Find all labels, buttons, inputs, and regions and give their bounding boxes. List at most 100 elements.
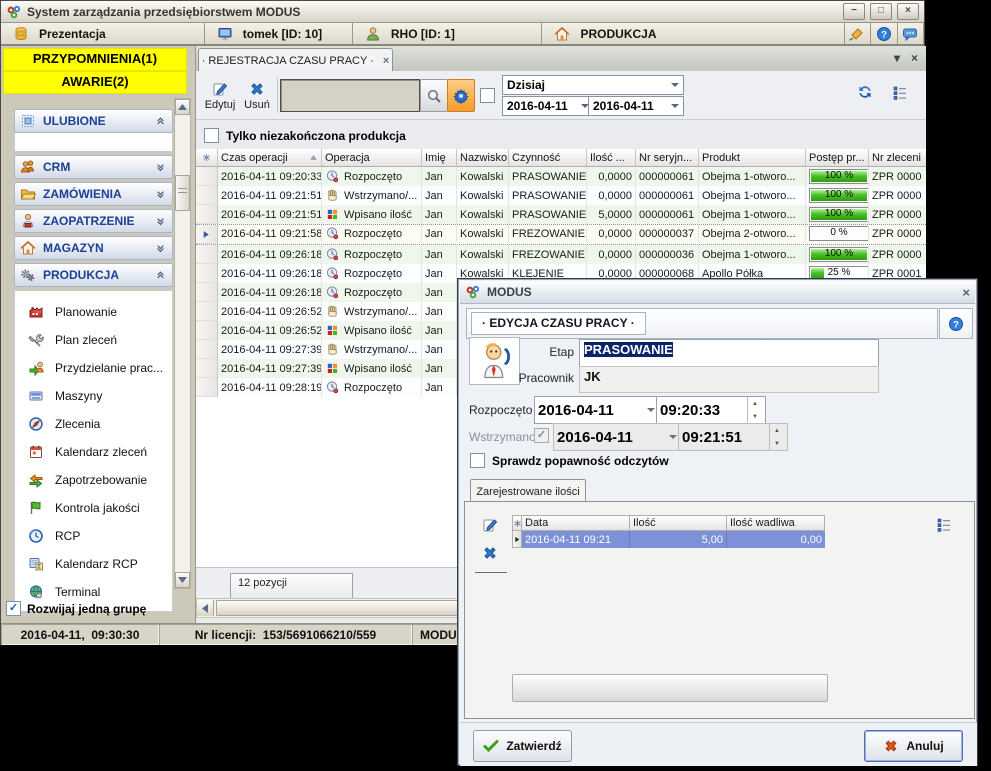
sidebar-item-maszyny[interactable]: Maszyny	[15, 382, 172, 410]
time-spinner-icons[interactable]: ▲▼	[769, 424, 784, 450]
paused-time-spinner[interactable]: 09:21:51 ▲▼	[678, 423, 788, 451]
qty-header-ilość[interactable]: Ilość	[630, 515, 727, 531]
date-to-combo[interactable]: 2016-04-11	[588, 96, 684, 116]
menu-item-tomek-id-10-[interactable]: tomek [ID: 10]	[205, 23, 353, 44]
search-button[interactable]	[420, 79, 448, 112]
sidebar-group-zamówienia[interactable]: ZAMÓWIENIA	[14, 182, 173, 206]
sidebar-item-zapotrzebowanie[interactable]: Zapotrzebowanie	[15, 466, 172, 494]
grid-header-nr-zleceni[interactable]: Nr zleceni	[869, 149, 926, 167]
grid-header-czynność[interactable]: Czynność	[509, 149, 587, 167]
sidebar-group-crm[interactable]: CRM	[14, 155, 173, 179]
date-range-preset-combo[interactable]: Dzisiaj	[502, 75, 684, 95]
maximize-icon[interactable]: □	[870, 3, 892, 20]
delete-button[interactable]: Usuń	[240, 75, 274, 116]
table-row[interactable]: 2016-04-11 09:21:58RozpoczętoJanKowalski…	[196, 224, 926, 245]
minimize-icon[interactable]: −	[843, 3, 865, 20]
clock-icon	[325, 380, 340, 395]
delete-quantity-button[interactable]	[479, 542, 501, 564]
tab-list-dropdown-icon[interactable]: ▾	[894, 51, 900, 65]
dialog-help-box: ?	[939, 308, 973, 339]
menu-item-label: RHO [ID: 1]	[391, 27, 455, 41]
sidebar-group-ulubione[interactable]: ULUBIONE	[14, 109, 173, 133]
close-icon[interactable]: ×	[897, 3, 919, 20]
sidebar-item-przydzielanie-prac-[interactable]: Przydzielanie prac...	[15, 354, 172, 382]
scrollbar-thumb[interactable]	[175, 175, 190, 211]
sidebar-item-kalendarz-rcp[interactable]: ΣKalendarz RCP	[15, 550, 172, 578]
grid-header-produkt[interactable]: Produkt	[699, 149, 806, 167]
help-icon[interactable]: ?	[871, 23, 898, 44]
edit-button[interactable]: Edytuj	[201, 75, 239, 116]
sidebar-item-zlecenia[interactable]: Zlecenia	[15, 410, 172, 438]
qty-header-data[interactable]: Data	[522, 515, 630, 531]
sidebar-item-plan-zleceń[interactable]: Plan zleceń	[15, 326, 172, 354]
sidebar-item-label: Planowanie	[55, 305, 117, 319]
grid-header-indicator[interactable]	[196, 149, 218, 167]
failures-button[interactable]: AWARIE(2)	[3, 71, 187, 94]
started-time-spinner[interactable]: 09:20:33 ▲▼	[656, 396, 766, 424]
dialog-close-icon[interactable]: ×	[962, 285, 970, 300]
date-from-combo[interactable]: 2016-04-11	[502, 96, 594, 116]
scroll-up-icon[interactable]	[175, 99, 190, 115]
chat-icon[interactable]	[898, 23, 925, 44]
grid-menu-icon[interactable]	[936, 517, 952, 533]
help-icon[interactable]: ?	[948, 316, 964, 332]
paused-checkbox[interactable]: ✓	[534, 428, 549, 443]
cell-nr-seryjny: 000000061	[636, 186, 699, 205]
menu-item-rho-id-1-[interactable]: RHO [ID: 1]	[353, 23, 543, 44]
expand-one-group-checkbox[interactable]: ✓ Rozwijaj jedną grupę	[6, 601, 146, 616]
grid-header-nr-seryjn-[interactable]: Nr seryjn...	[636, 149, 699, 167]
reminders-button[interactable]: PRZYPOMNIENIA(1)	[3, 48, 187, 71]
sidebar-group-zaopatrzenie[interactable]: ZAOPATRZENIE	[14, 209, 173, 233]
tab-registered-quantities[interactable]: Zarejestrowane ilości	[470, 479, 586, 503]
sidebar-group-magazyn[interactable]: MAGAZYN	[14, 236, 173, 260]
table-row[interactable]: 2016-04-11 09:26:18RozpoczętoJanKowalski…	[196, 245, 926, 264]
paused-date-combo[interactable]: 2016-04-11	[553, 423, 681, 451]
grid-header-imię[interactable]: Imię	[422, 149, 457, 167]
cell-postep: 0 %	[806, 225, 869, 242]
qty-header-ilość-wadliwa[interactable]: Ilość wadliwa	[727, 515, 825, 531]
grid-header-ilość-[interactable]: Ilość ...	[587, 149, 636, 167]
sidebar-group-produkcja[interactable]: PRODUKCJA	[14, 263, 173, 287]
cancel-button[interactable]: Anuluj	[864, 730, 963, 762]
settings-gear-button[interactable]	[447, 79, 475, 112]
pracownik-input[interactable]: JK	[579, 366, 879, 393]
confirm-button[interactable]: Zatwierdź	[473, 730, 572, 762]
grid-menu-icon[interactable]	[892, 85, 908, 101]
qty-table-row[interactable]: 2016-04-11 09:215,000,00	[512, 531, 825, 548]
verify-readings-checkbox[interactable]: Sprawdz popawność odczytów	[470, 453, 669, 468]
quantities-table[interactable]: DataIlośćIlość wadliwa2016-04-11 09:215,…	[512, 515, 825, 548]
etap-input[interactable]: PRASOWANIE	[579, 339, 879, 367]
table-row[interactable]: 2016-04-11 09:21:51Wstrzymano/...JanKowa…	[196, 186, 926, 205]
refresh-icon[interactable]	[856, 83, 874, 101]
grid-header-operacja[interactable]: Operacja	[322, 149, 422, 167]
sidebar-item-rcp[interactable]: RCP	[15, 522, 172, 550]
grid-header-nazwisko[interactable]: Nazwisko	[457, 149, 509, 167]
machine-icon	[28, 388, 44, 404]
tab-close-icon[interactable]: ×	[383, 55, 389, 67]
paint-icon	[849, 26, 865, 42]
sidebar: PRZYPOMNIENIA(1) AWARIE(2) ULUBIONE CRM ZA…	[1, 46, 196, 623]
paint-icon[interactable]	[845, 23, 872, 44]
sidebar-item-kalendarz-zleceń[interactable]: Kalendarz zleceń	[15, 438, 172, 466]
scroll-down-icon[interactable]	[175, 572, 190, 588]
scroll-left-icon[interactable]	[197, 600, 214, 616]
menu-item-prezentacja[interactable]: Prezentacja	[1, 23, 205, 44]
tab-rejestracja-czasu-pracy[interactable]: · REJESTRACJA CZASU PRACY · ×	[198, 48, 393, 72]
time-spinner-icons[interactable]: ▲▼	[747, 397, 762, 423]
edit-quantity-button[interactable]	[479, 514, 501, 536]
grid-header-postęp-pr-[interactable]: Postęp pr...	[806, 149, 869, 167]
unfinished-only-checkbox[interactable]: Tylko niezakończona produkcja	[204, 128, 406, 143]
table-row[interactable]: 2016-04-11 09:20:33RozpoczętoJanKowalski…	[196, 167, 926, 186]
tab-strip-close-icon[interactable]: ×	[911, 51, 918, 65]
grid-header-czas-operacji[interactable]: Czas operacji	[218, 149, 322, 167]
sidebar-item-planowanie[interactable]: Planowanie	[15, 298, 172, 326]
sidebar-scrollbar[interactable]	[174, 98, 191, 589]
started-date-combo[interactable]: 2016-04-11	[534, 396, 659, 424]
chev-up-icon	[154, 269, 167, 282]
search-input[interactable]	[280, 79, 420, 112]
toolbar-checkbox[interactable]	[480, 88, 495, 103]
sidebar-item-kontrola-jakości[interactable]: Kontrola jakości	[15, 494, 172, 522]
row-indicator	[196, 283, 218, 302]
table-row[interactable]: 2016-04-11 09:21:51Wpisano ilośćJanKowal…	[196, 205, 926, 224]
menu-item-produkcja[interactable]: PRODUKCJA	[542, 23, 844, 44]
